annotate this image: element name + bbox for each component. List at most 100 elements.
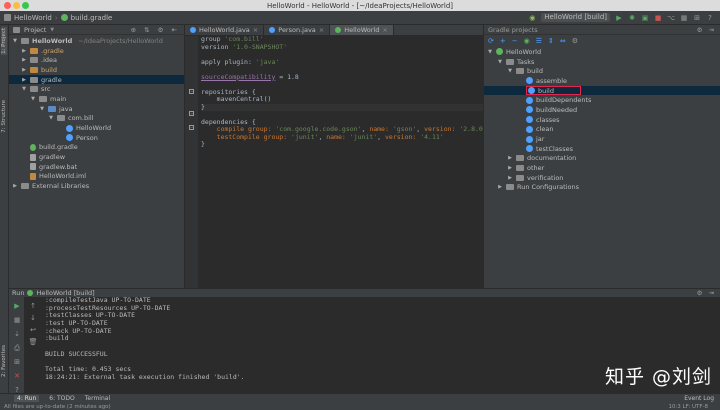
gradle-tree-item[interactable]: jar — [484, 134, 720, 144]
project-tool-tab[interactable]: 1: Project — [1, 27, 7, 55]
zoom-window-button[interactable] — [22, 2, 29, 9]
expanded-arrow-icon[interactable]: ▼ — [497, 59, 503, 65]
collapsed-arrow-icon[interactable]: ▶ — [12, 183, 18, 189]
vcs-icon[interactable]: ⌥ — [667, 14, 675, 22]
fold-marker-icon[interactable]: − — [189, 111, 194, 116]
gradle-tree-item[interactable]: clean — [484, 125, 720, 135]
run-config-select[interactable]: HelloWorld [build] — [541, 13, 610, 22]
gradle-tree-item[interactable]: ▶ other — [484, 163, 720, 173]
gradle-tree-item[interactable]: buildDependents — [484, 95, 720, 105]
fold-marker-icon[interactable]: − — [189, 125, 194, 130]
expanded-arrow-icon[interactable]: ▼ — [21, 86, 27, 92]
favorites-tool-tab[interactable]: 2: Favorites — [1, 345, 7, 377]
expanded-arrow-icon[interactable]: ▼ — [487, 49, 493, 55]
project-tree-item[interactable]: gradlew.bat — [9, 162, 184, 172]
close-icon[interactable]: ✕ — [13, 372, 21, 380]
close-window-button[interactable] — [4, 2, 11, 9]
project-tree-item[interactable]: ▶ .gradle — [9, 46, 184, 56]
execute-task-icon[interactable]: ◉ — [524, 37, 530, 45]
collapse-all-icon[interactable]: ⇔ — [560, 37, 566, 45]
collapsed-arrow-icon[interactable]: ▶ — [497, 184, 503, 190]
run-icon[interactable]: ▶ — [615, 14, 623, 22]
gradle-tree-item[interactable]: ▼ Tasks — [484, 57, 720, 67]
breadcrumb-file[interactable]: build.gradle — [71, 14, 113, 22]
editor-tab[interactable]: HelloWorld × — [330, 25, 394, 35]
help-icon[interactable]: ? — [706, 14, 714, 22]
minimize-window-button[interactable] — [13, 2, 20, 9]
gradle-tree-item[interactable]: ▶ documentation — [484, 154, 720, 164]
terminal-tool-tab[interactable]: Terminal — [85, 395, 110, 402]
collapsed-arrow-icon[interactable]: ▶ — [21, 77, 27, 83]
gradle-tree-item[interactable]: assemble — [484, 76, 720, 86]
print-icon[interactable]: ⎙ — [13, 344, 21, 352]
refresh-icon[interactable]: ⟳ — [488, 37, 494, 45]
toggle-offline-icon[interactable]: ☰ — [536, 37, 542, 45]
fold-marker-icon[interactable]: − — [189, 89, 194, 94]
down-icon[interactable]: ↓ — [29, 314, 37, 322]
project-tree-item[interactable]: gradlew — [9, 152, 184, 162]
breadcrumb-project[interactable]: HelloWorld — [14, 14, 52, 22]
todo-tool-tab[interactable]: 6: TODO — [49, 395, 74, 402]
project-tree-item[interactable]: HelloWorld — [9, 123, 184, 133]
remove-project-icon[interactable]: − — [512, 37, 518, 45]
stop-icon[interactable]: ■ — [654, 14, 662, 22]
close-tab-icon[interactable]: × — [319, 26, 324, 34]
expanded-arrow-icon[interactable]: ▼ — [12, 38, 18, 44]
gradle-settings-icon[interactable]: ⚙ — [572, 37, 578, 45]
gradle-tree-item[interactable]: ▶ verification — [484, 173, 720, 183]
gradle-tree-item[interactable]: testClasses — [484, 144, 720, 154]
trash-icon[interactable]: 🗑 — [29, 338, 38, 346]
gradle-tree-item[interactable]: ▶ Run Configurations — [484, 183, 720, 193]
sdk-icon[interactable]: ▦ — [680, 14, 688, 22]
project-tree-item[interactable]: ▶ .idea — [9, 55, 184, 65]
soft-wrap-icon[interactable]: ↩ — [29, 326, 37, 334]
gradle-tree-item[interactable]: classes — [484, 115, 720, 125]
panel-options-icon[interactable]: ⊕ ⇅ ⚙ ⇤ — [131, 26, 184, 34]
project-tree-item[interactable]: build.gradle — [9, 143, 184, 153]
editor-tab[interactable]: HelloWorld.java × — [185, 25, 265, 35]
expanded-arrow-icon[interactable]: ▼ — [48, 115, 54, 121]
gradle-tree-item[interactable]: ▼ HelloWorld — [484, 47, 720, 57]
project-view-select[interactable]: Project — [24, 26, 46, 34]
event-log-tab[interactable]: Event Log — [684, 395, 720, 402]
expand-all-icon[interactable]: ⇕ — [548, 37, 554, 45]
up-icon[interactable]: ↑ — [29, 302, 37, 310]
expanded-arrow-icon[interactable]: ▼ — [30, 96, 36, 102]
structure-icon[interactable]: ⊞ — [693, 14, 701, 22]
collapsed-arrow-icon[interactable]: ▶ — [507, 175, 513, 181]
debug-icon[interactable]: ✺ — [628, 14, 636, 22]
project-tree-item[interactable]: ▶ gradle — [9, 74, 184, 85]
collapsed-arrow-icon[interactable]: ▶ — [21, 67, 27, 73]
status-position[interactable]: 10:3 LF: UTF-8 — [668, 404, 720, 410]
project-tree-item[interactable]: ▼ java — [9, 104, 184, 114]
collapsed-arrow-icon[interactable]: ▶ — [21, 48, 27, 54]
collapsed-arrow-icon[interactable]: ▶ — [507, 165, 513, 171]
close-tab-icon[interactable]: × — [253, 26, 258, 34]
expanded-arrow-icon[interactable]: ▼ — [507, 68, 513, 74]
project-tree-item[interactable]: ▼ main — [9, 94, 184, 104]
gradle-tree-item[interactable]: build — [484, 85, 720, 96]
gradle-tree-item[interactable]: ▼ build — [484, 66, 720, 76]
run-tool-tab[interactable]: 4: Run — [14, 395, 40, 402]
expanded-arrow-icon[interactable]: ▼ — [39, 106, 45, 112]
project-tree-item[interactable]: ▼ HelloWorld ~/IdeaProjects/HelloWorld — [9, 36, 184, 46]
stop-icon[interactable]: ■ — [13, 316, 21, 324]
toggle-view-icon[interactable]: ⊞ — [13, 358, 21, 366]
gradle-tree-item[interactable]: buildNeeded — [484, 105, 720, 115]
scroll-to-end-icon[interactable]: ⇣ — [13, 330, 21, 338]
editor-tab[interactable]: Person.java × — [264, 25, 331, 35]
add-project-icon[interactable]: + — [500, 37, 506, 45]
project-tree-item[interactable]: ▶ External Libraries — [9, 181, 184, 191]
project-tree-item[interactable]: Person — [9, 133, 184, 143]
rerun-icon[interactable]: ▶ — [13, 302, 21, 310]
run-panel-settings-icon[interactable]: ⚙ ⇥ — [697, 289, 720, 297]
project-tree-item[interactable]: ▼ com.bill — [9, 114, 184, 124]
project-tree-item[interactable]: ▶ build — [9, 65, 184, 75]
panel-settings-icon[interactable]: ⚙ ⇥ — [697, 26, 720, 34]
structure-tool-tab[interactable]: 7: Structure — [1, 100, 7, 133]
close-tab-icon[interactable]: × — [382, 26, 387, 34]
code-editor[interactable]: group 'com.bill' version '1.0-SNAPSHOT' a… — [198, 35, 487, 288]
collapsed-arrow-icon[interactable]: ▶ — [507, 155, 513, 161]
collapsed-arrow-icon[interactable]: ▶ — [21, 57, 27, 63]
project-tree-item[interactable]: ▼ src — [9, 84, 184, 94]
